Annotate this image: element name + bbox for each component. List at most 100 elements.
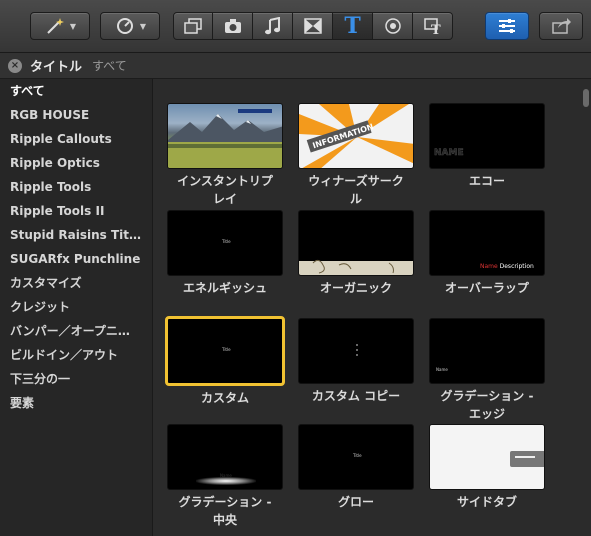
tile-label: エコー	[468, 174, 505, 188]
sidebar-item-ripple-tools[interactable]: Ripple Tools	[0, 175, 142, 199]
mountain-landscape-image	[168, 109, 282, 168]
share-button[interactable]	[539, 12, 583, 40]
sidebar-item-lower-thirds[interactable]: 下三分の一	[0, 367, 142, 391]
tile-label: グロー	[337, 495, 374, 509]
sidebar-item-all[interactable]: すべて	[0, 79, 142, 103]
title-tile[interactable]: Name グラデーション - エッジ	[427, 318, 547, 423]
retime-icon	[116, 18, 133, 34]
header-subtitle: すべて	[92, 59, 127, 73]
sidebar-item-sugarfx-punchline[interactable]: SUGARfx Punchline	[0, 247, 142, 271]
clip-browser-button[interactable]	[173, 12, 213, 40]
title-tile[interactable]: Title カスタム	[165, 316, 285, 407]
tile-thumbnail: Title	[167, 210, 283, 276]
description-text: Description	[499, 263, 534, 270]
titles-browser-icon: T	[344, 13, 361, 39]
echo-name-text: NAME	[434, 148, 464, 159]
tile-label: ウィナーズサーク ル	[308, 174, 404, 206]
tile-label: グラデーション - エッジ	[440, 389, 534, 421]
tile-label: エネルギッシュ	[182, 281, 267, 295]
tile-thumbnail: Name	[429, 318, 545, 384]
tile-thumbnail: Name Description	[429, 210, 545, 276]
sidebar-item-ripple-optics[interactable]: Ripple Optics	[0, 151, 142, 175]
titles-browser-button[interactable]: T	[333, 12, 373, 40]
music-browser-icon	[264, 17, 280, 35]
title-tile[interactable]: Name Description オーバーラップ	[427, 210, 547, 297]
side-tab-shape	[510, 451, 544, 467]
tile-thumbnail: NAME	[429, 103, 545, 169]
information-thumbnail-image: INFORMATION	[299, 104, 413, 168]
music-browser-button[interactable]	[253, 12, 293, 40]
tile-thumbnail	[429, 424, 545, 490]
toolbar: ▼ ▼ T T	[0, 0, 591, 53]
themes-browser-icon: T	[423, 18, 441, 35]
tile-label: インスタントリプ レイ	[177, 174, 273, 206]
tile-thumbnail: INFORMATION	[298, 103, 414, 169]
category-sidebar: すべて RGB HOUSE Ripple Callouts Ripple Opt…	[0, 79, 153, 536]
inspector-icon	[499, 19, 515, 33]
glow-bar	[196, 477, 256, 485]
name-text: Name	[220, 473, 232, 478]
tile-thumbnail	[298, 318, 414, 384]
organic-thumbnail-image	[299, 259, 413, 275]
title-text: Title	[222, 347, 231, 352]
sidebar-item-build-in-out[interactable]: ビルドイン／アウト	[0, 343, 142, 367]
sidebar-item-bumper-opening[interactable]: バンパー／オープニ…	[0, 319, 142, 343]
sidebar-item-ripple-tools-ii[interactable]: Ripple Tools II	[0, 199, 142, 223]
tile-thumbnail	[298, 210, 414, 276]
transitions-browser-icon	[303, 18, 322, 34]
sidebar-item-credits[interactable]: クレジット	[0, 295, 142, 319]
tile-label: グラデーション - 中央	[178, 495, 272, 527]
title-text: Title	[353, 453, 362, 458]
side-tab-line	[515, 456, 535, 458]
title-tile[interactable]: オーガニック	[296, 210, 416, 297]
sidebar-item-customize[interactable]: カスタマイズ	[0, 271, 142, 295]
title-tile[interactable]: サイドタブ	[427, 424, 547, 511]
photo-browser-icon	[224, 19, 241, 33]
retime-button[interactable]: ▼	[100, 12, 160, 40]
header-title: タイトル	[30, 60, 83, 75]
tile-thumbnail: Name	[167, 424, 283, 490]
title-text: Title	[222, 239, 231, 244]
dots-thumbnail-image	[356, 344, 358, 356]
generators-browser-button[interactable]	[373, 12, 413, 40]
tile-thumbnail: Title	[165, 316, 285, 386]
tile-label: オーガニック	[319, 281, 392, 295]
tile-thumbnail	[167, 103, 283, 169]
generators-browser-icon	[384, 18, 401, 34]
grid-scrollbar[interactable]	[580, 79, 591, 536]
chevron-down-icon: ▼	[139, 21, 147, 31]
scrollbar-thumb[interactable]	[583, 89, 589, 107]
browser-header: × タイトル すべて	[0, 53, 591, 79]
title-tile[interactable]: NAME エコー	[427, 103, 547, 190]
title-tile[interactable]: インスタントリプ レイ	[165, 103, 285, 208]
themes-browser-button[interactable]: T	[413, 12, 453, 40]
tile-label: サイドタブ	[456, 495, 517, 509]
enhance-button[interactable]: ▼	[30, 12, 90, 40]
photo-browser-button[interactable]	[213, 12, 253, 40]
transitions-browser-button[interactable]	[293, 12, 333, 40]
close-icon[interactable]: ×	[8, 58, 22, 73]
title-tile[interactable]: Title グロー	[296, 424, 416, 511]
title-tile[interactable]: Name グラデーション - 中央	[165, 424, 285, 529]
title-tile[interactable]: INFORMATION ウィナーズサーク ル	[296, 103, 416, 208]
clip-browser-icon	[184, 18, 202, 34]
sidebar-item-rgb-house[interactable]: RGB HOUSE	[0, 103, 142, 127]
svg-text:T: T	[431, 23, 441, 35]
tile-label: カスタム	[200, 391, 249, 405]
tile-label: オーバーラップ	[445, 281, 529, 295]
magic-wand-icon	[47, 18, 64, 34]
title-tile[interactable]: Title エネルギッシュ	[165, 210, 285, 297]
sidebar-item-elements[interactable]: 要素	[0, 391, 142, 415]
chevron-down-icon: ▼	[69, 21, 77, 31]
tile-label: カスタム コピー	[311, 389, 401, 403]
name-text: Name	[436, 367, 448, 372]
title-tile[interactable]: カスタム コピー	[296, 318, 416, 405]
name-text: Name	[480, 263, 498, 270]
share-icon	[552, 18, 571, 34]
tile-thumbnail: Title	[298, 424, 414, 490]
inspector-button[interactable]	[485, 12, 529, 40]
name-description-text: Name Description	[480, 263, 534, 270]
titles-grid: インスタントリプ レイ INFORMATION ウィナーズサーク ル NAME …	[153, 79, 579, 536]
sidebar-item-ripple-callouts[interactable]: Ripple Callouts	[0, 127, 142, 151]
sidebar-item-stupid-raisins[interactable]: Stupid Raisins Title…	[0, 223, 142, 247]
